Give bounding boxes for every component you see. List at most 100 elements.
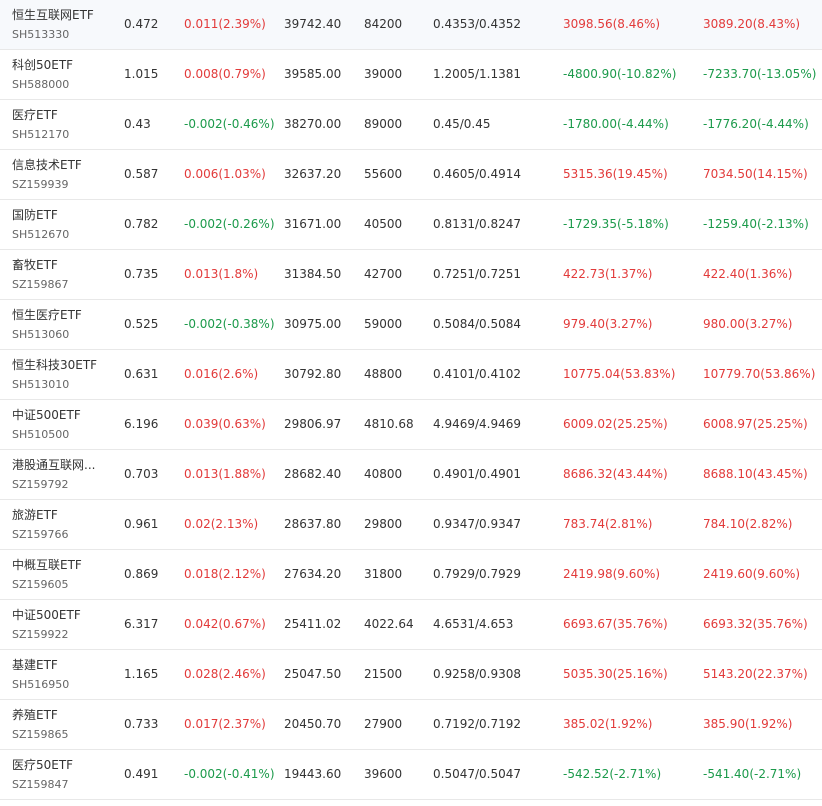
turnover-cell: 38270.00 (284, 117, 342, 131)
price-cell: 1.165 (124, 667, 159, 681)
table-row[interactable]: 恒生互联网ETF SH513330 0.472 0.011(2.39%) 397… (0, 0, 822, 50)
profit-loss-total-cell: 6693.32(35.76%) (703, 617, 808, 631)
volume-cell: 40500 (364, 217, 403, 231)
table-row[interactable]: 医疗ETF SH512170 0.43 -0.002(-0.46%) 38270… (0, 100, 822, 150)
change-cell: 0.017(2.37%) (184, 717, 266, 731)
bid-ask-cell: 4.6531/4.653 (433, 617, 514, 631)
turnover-cell: 32637.20 (284, 167, 342, 181)
change-cell: -0.002(-0.41%) (184, 767, 275, 781)
table-row[interactable]: 中概互联ETF SZ159605 0.869 0.018(2.12%) 2763… (0, 550, 822, 600)
etf-name-cell: 养殖ETF SZ159865 (12, 700, 112, 749)
etf-name-cell: 旅游ETF SZ159766 (12, 500, 112, 549)
profit-loss-cell: 6693.67(35.76%) (563, 617, 668, 631)
price-cell: 1.015 (124, 67, 159, 81)
etf-holdings-table: 恒生互联网ETF SH513330 0.472 0.011(2.39%) 397… (0, 0, 822, 806)
profit-loss-total-cell: 6008.97(25.25%) (703, 417, 808, 431)
profit-loss-total-cell: 5143.20(22.37%) (703, 667, 808, 681)
volume-cell: 40800 (364, 467, 403, 481)
turnover-cell: 39742.40 (284, 17, 342, 31)
bid-ask-cell: 0.9258/0.9308 (433, 667, 522, 681)
etf-code: SH512170 (12, 128, 70, 141)
etf-code: SH516950 (12, 678, 70, 691)
etf-name[interactable]: 科创50ETF (12, 56, 112, 73)
bid-ask-cell: 0.7251/0.7251 (433, 267, 522, 281)
bid-ask-cell: 0.9347/0.9347 (433, 517, 522, 531)
volume-cell: 55600 (364, 167, 403, 181)
etf-name[interactable]: 中证500ETF (12, 606, 112, 623)
table-row[interactable]: 恒生医疗ETF SH513060 0.525 -0.002(-0.38%) 30… (0, 300, 822, 350)
table-row[interactable]: 国防ETF SH512670 0.782 -0.002(-0.26%) 3167… (0, 200, 822, 250)
change-cell: 0.018(2.12%) (184, 567, 266, 581)
etf-name[interactable]: 恒生科技30ETF (12, 356, 112, 373)
etf-name[interactable]: 中证500ETF (12, 406, 112, 423)
price-cell: 0.631 (124, 367, 159, 381)
price-cell: 0.43 (124, 117, 151, 131)
table-row[interactable]: 信息技术ETF SZ159939 0.587 0.006(1.03%) 3263… (0, 150, 822, 200)
etf-name-cell: 基建ETF SH516950 (12, 650, 112, 699)
etf-code: SH513330 (12, 28, 70, 41)
volume-cell: 31800 (364, 567, 403, 581)
profit-loss-total-cell: 10779.70(53.86%) (703, 367, 816, 381)
etf-name[interactable]: 畜牧ETF (12, 256, 112, 273)
table-row[interactable]: 中证500ETF SH510500 6.196 0.039(0.63%) 298… (0, 400, 822, 450)
change-cell: 0.042(0.67%) (184, 617, 266, 631)
table-row[interactable]: 基建ETF SH516950 1.165 0.028(2.46%) 25047.… (0, 650, 822, 700)
etf-name-cell: 恒生医疗ETF SH513060 (12, 300, 112, 349)
table-row[interactable]: 科创50ETF SH588000 1.015 0.008(0.79%) 3958… (0, 50, 822, 100)
etf-name[interactable]: 医疗ETF (12, 106, 112, 123)
volume-cell: 42700 (364, 267, 403, 281)
etf-code: SH588000 (12, 78, 70, 91)
price-cell: 0.491 (124, 767, 159, 781)
etf-code: SH513010 (12, 378, 70, 391)
table-row[interactable]: 港股通互联网... SZ159792 0.703 0.013(1.88%) 28… (0, 450, 822, 500)
etf-name[interactable]: 恒生医疗ETF (12, 306, 112, 323)
profit-loss-total-cell: -541.40(-2.71%) (703, 767, 802, 781)
table-row[interactable]: 医疗50ETF SZ159847 0.491 -0.002(-0.41%) 19… (0, 750, 822, 800)
table-row[interactable]: 恒生科技30ETF SH513010 0.631 0.016(2.6%) 307… (0, 350, 822, 400)
etf-code: SZ159792 (12, 478, 69, 491)
volume-cell: 89000 (364, 117, 403, 131)
etf-name-cell: 医疗ETF SH512170 (12, 100, 112, 149)
etf-code: SH510500 (12, 428, 70, 441)
etf-name[interactable]: 中概互联ETF (12, 556, 112, 573)
etf-name-cell: 信息技术ETF SZ159939 (12, 150, 112, 199)
table-row[interactable]: 旅游ETF SZ159766 0.961 0.02(2.13%) 28637.8… (0, 500, 822, 550)
turnover-cell: 29806.97 (284, 417, 342, 431)
etf-name[interactable]: 信息技术ETF (12, 156, 112, 173)
profit-loss-cell: 10775.04(53.83%) (563, 367, 676, 381)
profit-loss-cell: 422.73(1.37%) (563, 267, 653, 281)
etf-name[interactable]: 港股通互联网... (12, 456, 112, 473)
etf-name-cell: 科创50ETF SH588000 (12, 50, 112, 99)
change-cell: 0.006(1.03%) (184, 167, 266, 181)
bid-ask-cell: 0.4353/0.4352 (433, 17, 522, 31)
etf-name-cell: 中证500ETF SH510500 (12, 400, 112, 449)
etf-name-cell: 畜牧ETF SZ159867 (12, 250, 112, 299)
table-row[interactable]: 中证500ETF SZ159922 6.317 0.042(0.67%) 254… (0, 600, 822, 650)
profit-loss-total-cell: 8688.10(43.45%) (703, 467, 808, 481)
etf-code: SH513060 (12, 328, 70, 341)
change-cell: 0.013(1.8%) (184, 267, 259, 281)
etf-name[interactable]: 国防ETF (12, 206, 112, 223)
etf-name[interactable]: 基建ETF (12, 656, 112, 673)
profit-loss-cell: 5035.30(25.16%) (563, 667, 668, 681)
volume-cell: 48800 (364, 367, 403, 381)
change-cell: 0.039(0.63%) (184, 417, 266, 431)
profit-loss-total-cell: 3089.20(8.43%) (703, 17, 801, 31)
etf-name[interactable]: 医疗50ETF (12, 756, 112, 773)
price-cell: 6.196 (124, 417, 159, 431)
profit-loss-total-cell: -1776.20(-4.44%) (703, 117, 809, 131)
price-cell: 6.317 (124, 617, 159, 631)
volume-cell: 29800 (364, 517, 403, 531)
etf-name-cell: 医疗50ETF SZ159847 (12, 750, 112, 799)
table-row[interactable]: 养殖ETF SZ159865 0.733 0.017(2.37%) 20450.… (0, 700, 822, 750)
etf-name-cell: 恒生互联网ETF SH513330 (12, 0, 112, 49)
change-cell: -0.002(-0.46%) (184, 117, 275, 131)
etf-name[interactable]: 旅游ETF (12, 506, 112, 523)
bid-ask-cell: 0.4901/0.4901 (433, 467, 522, 481)
table-row[interactable]: 畜牧ETF SZ159867 0.735 0.013(1.8%) 31384.5… (0, 250, 822, 300)
volume-cell: 21500 (364, 667, 403, 681)
etf-name[interactable]: 养殖ETF (12, 706, 112, 723)
profit-loss-cell: 783.74(2.81%) (563, 517, 653, 531)
etf-code: SZ159605 (12, 578, 69, 591)
etf-name[interactable]: 恒生互联网ETF (12, 6, 112, 23)
